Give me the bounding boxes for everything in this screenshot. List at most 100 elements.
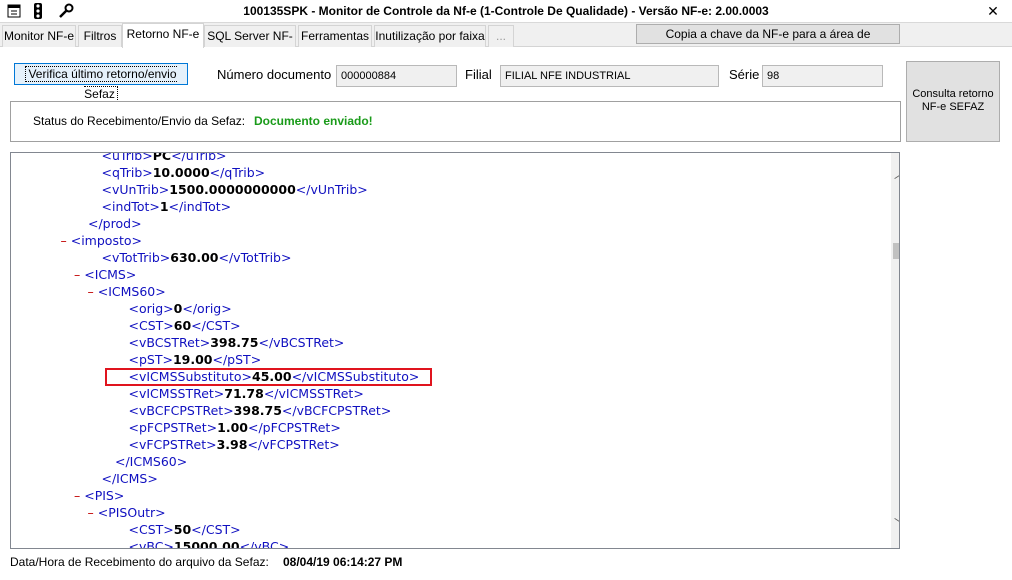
xml-close-tag: </vFCPSTRet> xyxy=(247,437,340,452)
xml-value: 398.75 xyxy=(210,335,259,350)
verify-last-return-button[interactable]: Verifica último retorno/envio Sefaz xyxy=(14,63,188,102)
xml-value: 15000.00 xyxy=(173,539,240,549)
xml-line: – <PIS> xyxy=(74,487,124,504)
xml-open-tag: <orig> xyxy=(128,301,174,316)
xml-value: 60 xyxy=(173,318,192,333)
numero-documento-label: Número documento xyxy=(217,67,332,82)
xml-close-tag: </pST> xyxy=(212,352,262,367)
xml-line: <vBCSTRet>398.75</vBCSTRet> xyxy=(129,334,345,351)
xml-open-tag: <uTrib> xyxy=(101,152,153,163)
xml-line: <orig>0</orig> xyxy=(129,300,232,317)
title-bar: 100135SPK - Monitor de Controle da Nf-e … xyxy=(0,0,1012,23)
xml-line: – <ICMS60> xyxy=(88,283,166,300)
footer-label: Data/Hora de Recebimento do arquivo da S… xyxy=(10,555,269,569)
xml-close-tag: </pFCPSTRet> xyxy=(247,420,341,435)
xml-value: 1 xyxy=(159,199,169,214)
xml-open-tag: <CST> xyxy=(128,318,174,333)
scroll-down-icon[interactable]: ﹀ xyxy=(891,515,899,533)
serie-field[interactable]: 98 xyxy=(762,65,883,87)
xml-open-tag: <vFCPSTRet> xyxy=(128,437,217,452)
xml-open-tag: <PIS> xyxy=(84,488,125,503)
xml-open-tag: <CST> xyxy=(128,522,174,537)
xml-line: <vICMSSTRet>71.78</vICMSSTRet> xyxy=(129,385,364,402)
consulta-retorno-button[interactable]: Consulta retorno NF-e SEFAZ xyxy=(906,61,1000,142)
scroll-up-icon[interactable]: ︿ xyxy=(891,165,899,183)
numero-documento-field[interactable]: 000000884 xyxy=(336,65,457,87)
xml-close-tag: </vUnTrib> xyxy=(295,182,368,197)
tab-inutilizacao-por-faixa[interactable]: Inutilização por faixa xyxy=(374,25,486,47)
xml-value: 398.75 xyxy=(233,403,282,418)
xml-open-tag: <pFCPSTRet> xyxy=(128,420,218,435)
scroll-thumb[interactable] xyxy=(893,243,899,259)
xml-close-tag: </CST> xyxy=(191,522,241,537)
xml-line: <vBCFCPSTRet>398.75</vBCFCPSTRet> xyxy=(129,402,392,419)
copy-key-button[interactable]: Copia a chave da NF-e para a área de tra… xyxy=(636,24,900,59)
xml-line: <CST>50</CST> xyxy=(129,521,241,538)
xml-open-tag: </prod> xyxy=(88,216,142,231)
tab-sql-server-nfe[interactable]: SQL Server NF-e xyxy=(204,25,296,63)
xml-value: 630.00 xyxy=(170,250,219,265)
footer-value: 08/04/19 06:14:27 PM xyxy=(283,555,403,569)
tab-ferramentas[interactable]: Ferramentas xyxy=(298,25,372,47)
xml-line: <qTrib>10.0000</qTrib> xyxy=(102,164,266,181)
xml-close-tag: </vICMSSTRet> xyxy=(263,386,364,401)
xml-close-tag: </vBCFCPSTRet> xyxy=(281,403,392,418)
tab-monitor-nfe[interactable]: Monitor NF-e xyxy=(2,25,76,47)
xml-open-tag: <ICMS60> xyxy=(97,284,166,299)
xml-line: <pFCPSTRet>1.00</pFCPSTRet> xyxy=(129,419,341,436)
xml-close-tag: </orig> xyxy=(182,301,232,316)
collapse-toggle-icon[interactable]: – xyxy=(74,267,84,282)
xml-close-tag: </indTot> xyxy=(168,199,232,214)
xml-value: 50 xyxy=(173,522,192,537)
xml-line: <vUnTrib>1500.0000000000</vUnTrib> xyxy=(102,181,368,198)
xml-value: 71.78 xyxy=(224,386,264,401)
window-title: 100135SPK - Monitor de Controle da Nf-e … xyxy=(243,4,769,18)
xml-line: – <ICMS> xyxy=(74,266,136,283)
xml-open-tag: <vBCSTRet> xyxy=(128,335,211,350)
xml-open-tag: <pST> xyxy=(128,352,173,367)
xml-value: 1.00 xyxy=(217,420,248,435)
status-label: Status do Recebimento/Envio da Sefaz: xyxy=(33,114,246,128)
serie-label: Série xyxy=(729,67,760,82)
xml-open-tag: <indTot> xyxy=(101,199,160,214)
xml-open-tag: </ICMS60> xyxy=(115,454,188,469)
xml-open-tag: </ICMS> xyxy=(101,471,158,486)
xml-value: 1500.0000000000 xyxy=(169,182,296,197)
xml-close-tag: </vBC> xyxy=(239,539,290,549)
xml-open-tag: <vUnTrib> xyxy=(101,182,170,197)
xml-open-tag: <vTotTrib> xyxy=(101,250,171,265)
xml-open-tag: <PISOutr> xyxy=(97,505,166,520)
xml-close-tag: </qTrib> xyxy=(209,165,266,180)
xml-close-tag: </vBCSTRet> xyxy=(258,335,345,350)
filial-field[interactable]: FILIAL NFE INDUSTRIAL xyxy=(500,65,719,87)
xml-open-tag: <imposto> xyxy=(70,233,142,248)
xml-line: <vFCPSTRet>3.98</vFCPSTRet> xyxy=(129,436,340,453)
tab-filtros[interactable]: Filtros xyxy=(78,25,122,47)
tab-more[interactable]: ... xyxy=(488,25,514,47)
collapse-toggle-icon[interactable]: – xyxy=(88,284,98,299)
xml-open-tag: <vBCFCPSTRet> xyxy=(128,403,234,418)
xml-open-tag: <vBC> xyxy=(128,539,174,549)
xml-viewer[interactable]: <uTrib>PC</uTrib> <qTrib>10.0000</qTrib> <… xyxy=(10,152,900,549)
xml-line: </ICMS60> xyxy=(115,453,187,470)
xml-open-tag: <vICMSSTRet> xyxy=(128,386,225,401)
xml-close-tag: </uTrib> xyxy=(171,152,227,163)
xml-value: 3.98 xyxy=(216,437,248,452)
highlight-box xyxy=(105,368,432,386)
status-box: Status do Recebimento/Envio da Sefaz: Do… xyxy=(10,101,901,142)
xml-line: </ICMS> xyxy=(102,470,158,487)
collapse-toggle-icon[interactable]: – xyxy=(74,488,84,503)
xml-close-tag: </CST> xyxy=(191,318,241,333)
xml-close-tag: </vTotTrib> xyxy=(218,250,292,265)
xml-line: – <PISOutr> xyxy=(88,504,166,521)
xml-line: <CST>60</CST> xyxy=(129,317,241,334)
xml-line: <vBC>15000.00</vBC> xyxy=(128,538,290,549)
collapse-toggle-icon[interactable]: – xyxy=(88,505,98,520)
xml-value: PC xyxy=(152,152,172,163)
vertical-scrollbar[interactable]: ︿ ﹀ xyxy=(891,153,899,548)
xml-line: <indTot>1</indTot> xyxy=(102,198,232,215)
collapse-toggle-icon[interactable]: – xyxy=(61,233,71,248)
tab-retorno-nfe[interactable]: Retorno NF-e xyxy=(122,23,204,48)
close-button[interactable]: ✕ xyxy=(978,2,1008,21)
xml-value: 19.00 xyxy=(172,352,213,367)
